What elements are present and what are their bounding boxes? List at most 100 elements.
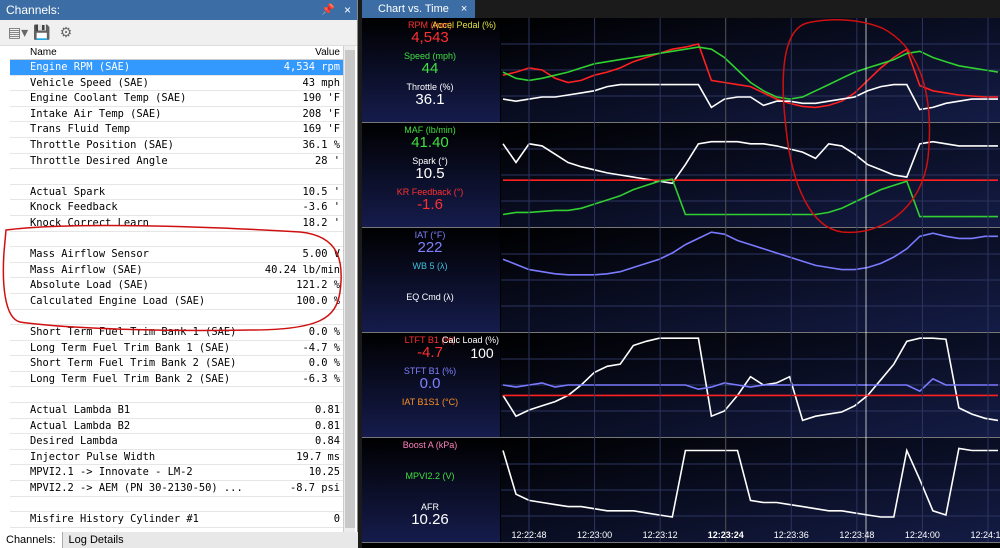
- channel-row[interactable]: [10, 169, 344, 185]
- close-icon[interactable]: ×: [461, 0, 467, 18]
- channel-row[interactable]: Mass Airflow (SAE) 40.24 lb/min: [10, 263, 344, 279]
- channel-row[interactable]: Short Term Fuel Trim Bank 2 (SAE) 0.0 %: [10, 356, 344, 372]
- tab-channels[interactable]: Channels:: [0, 532, 63, 548]
- channel-value: 208 'F: [302, 107, 340, 120]
- channel-name: Knock Feedback: [30, 201, 118, 214]
- channel-row[interactable]: Trans Fluid Temp 169 'F: [10, 122, 344, 138]
- channel-row[interactable]: [10, 497, 344, 513]
- channel-name: Throttle Desired Angle: [30, 154, 168, 167]
- x-tick-label: 12:23:36: [774, 530, 809, 540]
- channels-grid: Name Value Engine RPM (SAE) 4,534 rpm Vehi…: [10, 46, 344, 528]
- channel-value: 28 ': [314, 154, 340, 167]
- channels-toolbar: ▤▾ 💾 ⚙: [0, 20, 357, 46]
- panel-top-label: Calc Load (%): [442, 335, 499, 345]
- channel-row[interactable]: [10, 232, 344, 248]
- chart-vs-time[interactable]: RPM (rpm)4,543Speed (mph)44Throttle (%)3…: [362, 18, 1000, 548]
- x-tick-label: 12:23:48: [839, 530, 874, 540]
- channel-row[interactable]: Actual Lambda B2 0.81: [10, 419, 344, 435]
- channel-value: 169 'F: [302, 123, 340, 136]
- channel-value: -3.6 ': [302, 201, 340, 214]
- channel-row[interactable]: Actual Spark 10.5 ': [10, 185, 344, 201]
- chart-tab-strip: Chart vs. Time ×: [362, 0, 1000, 18]
- channel-value: 36.1 %: [302, 138, 340, 151]
- channel-row[interactable]: Mass Airflow Sensor 5.00 V: [10, 247, 344, 263]
- channel-name: Intake Air Temp (SAE): [30, 107, 162, 120]
- channel-value: 0.0 %: [308, 326, 340, 339]
- add-channel-icon[interactable]: ▤▾: [8, 24, 28, 42]
- channel-value: -8.7 psi: [289, 482, 340, 495]
- channel-name: Calculated Engine Load (SAE): [30, 294, 206, 307]
- channel-row[interactable]: Calculated Engine Load (SAE) 100.0 %: [10, 294, 344, 310]
- channel-name: Short Term Fuel Trim Bank 1 (SAE): [30, 326, 237, 339]
- pin-icon[interactable]: 📌: [321, 0, 335, 20]
- panel-label: 41.40: [411, 134, 449, 151]
- tab-log-details[interactable]: Log Details: [63, 532, 130, 548]
- gear-icon[interactable]: ⚙: [56, 24, 76, 42]
- channel-row[interactable]: Long Term Fuel Trim Bank 1 (SAE) -4.7 %: [10, 341, 344, 357]
- channel-value: 18.2 ': [302, 216, 340, 229]
- channel-row[interactable]: Engine Coolant Temp (SAE) 190 'F: [10, 91, 344, 107]
- channel-row[interactable]: Engine RPM (SAE) 4,534 rpm: [10, 60, 344, 76]
- channel-name: Knock Correct Learn: [30, 216, 149, 229]
- channel-row[interactable]: [10, 387, 344, 404]
- channels-footer-tabs: Channels: Log Details: [0, 532, 358, 548]
- tab-chart-vs-time[interactable]: Chart vs. Time ×: [362, 0, 476, 18]
- channels-rows: Engine RPM (SAE) 4,534 rpm Vehicle Speed (…: [10, 60, 344, 528]
- panel-top-label: Accel Pedal (%): [432, 20, 496, 30]
- channel-value: 5.00 V: [302, 248, 340, 261]
- channel-name: [10, 497, 250, 512]
- channel-value: 121.2 %: [296, 279, 340, 292]
- channels-scrollbar[interactable]: [343, 46, 355, 532]
- channel-value: 100.0 %: [296, 294, 340, 307]
- name-column-header[interactable]: Name: [10, 46, 250, 59]
- panel-label: 36.1: [415, 91, 444, 108]
- channel-row[interactable]: Desired Lambda 0.84: [10, 434, 344, 450]
- channel-value: 40.24 lb/min: [264, 263, 340, 276]
- channel-row[interactable]: Short Term Fuel Trim Bank 1 (SAE) 0.0 %: [10, 325, 344, 341]
- channel-name: Short Term Fuel Trim Bank 2 (SAE): [30, 357, 237, 370]
- channel-row[interactable]: Throttle Desired Angle 28 ': [10, 154, 344, 170]
- value-column-header[interactable]: Value: [250, 46, 344, 59]
- channel-row[interactable]: Throttle Position (SAE) 36.1 %: [10, 138, 344, 154]
- x-tick-label: 12:24:00: [905, 530, 940, 540]
- channel-value: -4.7 %: [302, 341, 340, 354]
- channel-row[interactable]: MPVI2.2 -> AEM (PN 30-2130-50) ... -8.7 p…: [10, 481, 344, 497]
- channel-row[interactable]: Misfire History Cylinder #1 0: [10, 512, 344, 528]
- scrollbar-thumb[interactable]: [345, 50, 355, 528]
- channel-name: MPVI2.1 -> Innovate - LM-2: [30, 466, 193, 479]
- panel-label: -4.7: [417, 344, 443, 361]
- save-icon[interactable]: 💾: [32, 24, 52, 42]
- channel-name: [10, 310, 250, 325]
- channel-value: 0.81: [314, 404, 340, 417]
- panel-top-value: 100: [470, 345, 494, 361]
- channel-row[interactable]: MPVI2.1 -> Innovate - LM-2 10.25: [10, 465, 344, 482]
- panel-label: 4,543: [411, 29, 449, 46]
- channel-name: [10, 387, 250, 402]
- channel-row[interactable]: Long Term Fuel Trim Bank 2 (SAE) -6.3 %: [10, 372, 344, 388]
- close-icon[interactable]: ×: [344, 0, 351, 20]
- channel-row[interactable]: Injector Pulse Width 19.7 ms: [10, 450, 344, 466]
- panel-label: 10.26: [411, 511, 449, 528]
- channel-value: 0.81: [314, 419, 340, 432]
- channel-name: Throttle Position (SAE): [30, 138, 174, 151]
- channel-row[interactable]: [10, 310, 344, 326]
- channel-value: [250, 497, 344, 512]
- channel-name: Actual Lambda B2: [30, 419, 131, 432]
- x-tick-label: 12:23:00: [577, 530, 612, 540]
- channel-value: 19.7 ms: [296, 450, 340, 463]
- panel-label: 44: [422, 60, 439, 77]
- channel-row[interactable]: Absolute Load (SAE) 121.2 %: [10, 278, 344, 294]
- channel-name: MPVI2.2 -> AEM (PN 30-2130-50) ...: [30, 482, 243, 495]
- channel-name: [10, 232, 250, 247]
- panel-label: EQ Cmd (λ): [406, 292, 454, 302]
- channel-row[interactable]: Actual Lambda B1 0.81: [10, 403, 344, 419]
- channel-row[interactable]: Knock Correct Learn 18.2 ': [10, 216, 344, 232]
- x-tick-label: 12:23:12: [643, 530, 678, 540]
- channel-name: Desired Lambda: [30, 435, 118, 448]
- panel-label: WB 5 (λ): [413, 261, 448, 271]
- channel-row[interactable]: Intake Air Temp (SAE) 208 'F: [10, 107, 344, 123]
- channel-row[interactable]: Knock Feedback -3.6 ': [10, 200, 344, 216]
- channel-name: [10, 169, 250, 184]
- channel-value: 4,534 rpm: [283, 61, 340, 73]
- channel-row[interactable]: Vehicle Speed (SAE) 43 mph: [10, 76, 344, 92]
